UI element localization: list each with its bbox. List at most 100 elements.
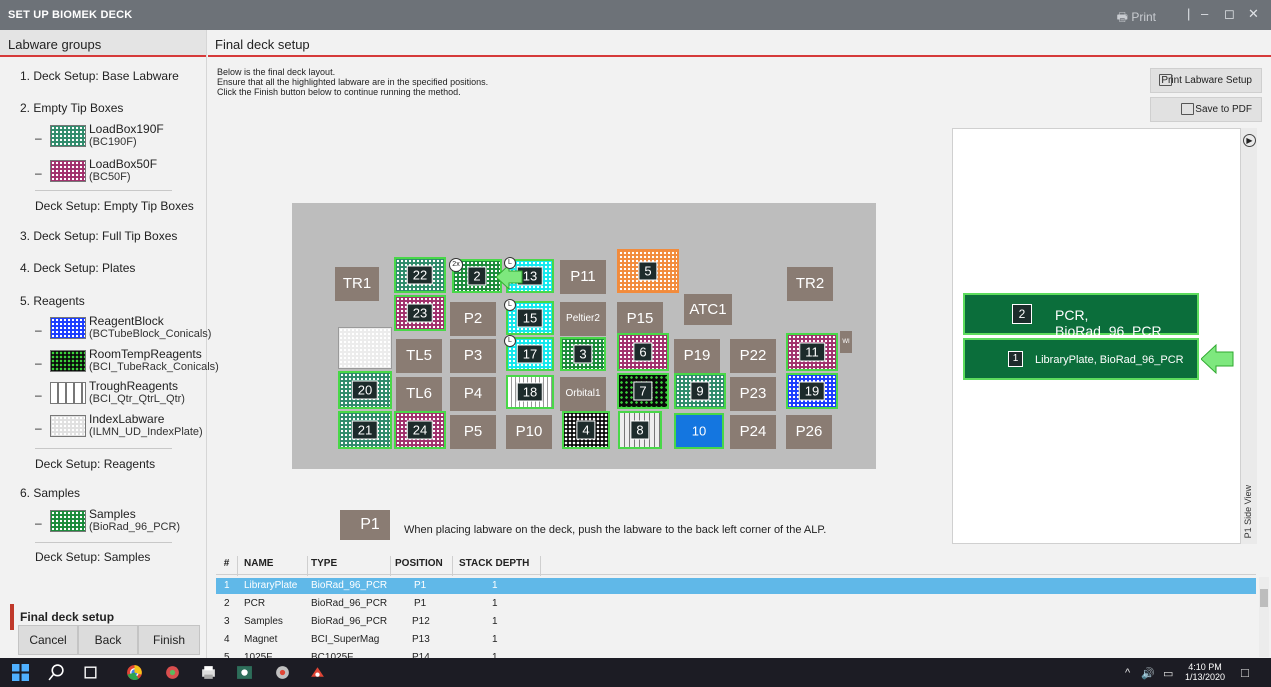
deck-labware[interactable]: 3 [560, 337, 606, 371]
deck-labware[interactable]: 6 [617, 333, 669, 371]
print-labware-setup-button[interactable]: Print Labware Setup [1150, 68, 1262, 93]
volume-icon[interactable]: 🔊 [1141, 667, 1155, 680]
deck-position[interactable]: P10 [506, 415, 552, 449]
deck-labware[interactable]: 7 [617, 373, 669, 409]
table-row[interactable]: 5 1025F BC1025F P14 1 [216, 650, 1256, 658]
step-plates[interactable]: 4. Deck Setup: Plates [20, 261, 135, 275]
deck-labware[interactable]: 5 [617, 249, 679, 293]
labware-item[interactable]: – LoadBox50F (BC50F) [35, 156, 207, 186]
step-deck-samples[interactable]: Deck Setup: Samples [35, 550, 150, 564]
deck-position[interactable]: TR2 [787, 267, 833, 301]
labware-item[interactable]: – Samples (BioRad_96_PCR) [35, 506, 207, 536]
step-empty-tip-boxes[interactable]: 2. Empty Tip Boxes [20, 101, 123, 115]
step-deck-reagents[interactable]: Deck Setup: Reagents [35, 457, 155, 471]
deck-position[interactable]: Peltier2 [560, 302, 606, 336]
table-row[interactable]: 4 Magnet BCI_SuperMag P13 1 [216, 632, 1256, 648]
deck-labware[interactable]: 21 [338, 411, 392, 449]
deck-labware[interactable]: 10 [674, 413, 724, 449]
deck-position[interactable]: P23 [730, 377, 776, 411]
column-header[interactable]: POSITION [395, 556, 453, 576]
deck-position[interactable]: TL5 [396, 339, 442, 373]
deck-labware[interactable]: 9 [674, 373, 726, 409]
minimize-icon[interactable]: – [1201, 6, 1208, 21]
step-deck-empty-tip-boxes[interactable]: Deck Setup: Empty Tip Boxes [35, 199, 194, 213]
back-button[interactable]: Back [78, 625, 138, 655]
index-plate[interactable] [338, 327, 392, 369]
deck-position[interactable]: P3 [450, 339, 496, 373]
floppy-disk-icon [1181, 103, 1194, 115]
side-view-plate[interactable]: 1 LibraryPlate, BioRad_96_PCR [963, 338, 1199, 380]
deck-position[interactable]: P5 [450, 415, 496, 449]
column-header[interactable]: NAME [244, 556, 308, 576]
snip-app-icon[interactable] [309, 664, 326, 681]
deck-position[interactable]: TR1 [335, 267, 379, 301]
position-chip: P1 [340, 510, 390, 540]
step-base-labware[interactable]: 1. Deck Setup: Base Labware [20, 69, 179, 83]
instruction-line: Click the Finish button below to continu… [217, 87, 461, 97]
labware-item[interactable]: – TroughReagents (BCI_Qtr_QtrL_Qtr) [35, 378, 207, 408]
deck-position[interactable]: P22 [730, 339, 776, 373]
deck-position[interactable]: P2 [450, 302, 496, 336]
deck-labware[interactable]: 24 [394, 411, 446, 449]
deck-labware[interactable]: 19 [786, 373, 838, 409]
settings-app-icon[interactable] [274, 664, 291, 681]
table-row[interactable]: 2 PCR BioRad_96_PCR P1 1 [216, 596, 1256, 612]
task-view-icon[interactable] [82, 664, 99, 681]
deck-labware[interactable]: 22 [394, 257, 446, 293]
deck-labware[interactable]: 20 [338, 371, 392, 409]
notification-icon[interactable]: □ [1241, 665, 1249, 680]
save-to-pdf-button[interactable]: Save to PDF [1150, 97, 1262, 122]
chevron-up-icon[interactable]: ^ [1125, 667, 1130, 679]
expand-icon[interactable]: ▶ [1243, 134, 1256, 147]
deck-position[interactable]: P4 [450, 377, 496, 411]
deck-labware[interactable]: 18 [506, 375, 554, 409]
lid-marker: L [504, 299, 516, 311]
deck-position[interactable]: P19 [674, 339, 720, 373]
media-app-icon[interactable] [236, 664, 253, 681]
cancel-button[interactable]: Cancel [18, 625, 78, 655]
labware-item[interactable]: – ReagentBlock (BCTubeBlock_Conicals) [35, 313, 211, 343]
side-view-toggle[interactable]: ▶ P1 Side View [1240, 128, 1257, 544]
scrollbar-thumb[interactable] [1260, 589, 1268, 607]
table-scrollbar[interactable] [1259, 577, 1269, 657]
deck-position[interactable]: TL6 [396, 377, 442, 411]
deck-position[interactable]: P26 [786, 415, 832, 449]
deck-labware[interactable]: 23 [394, 295, 446, 331]
table-row[interactable]: 1 LibraryPlate BioRad_96_PCR P1 1 [216, 578, 1256, 594]
labware-item[interactable]: – RoomTempReagents (BCI_TubeRack_Conical… [35, 346, 219, 376]
deck-position[interactable]: P11 [560, 260, 606, 294]
app-icon[interactable] [164, 664, 181, 681]
sidebar: Labware groups 1. Deck Setup: Base Labwa… [0, 30, 219, 658]
search-icon[interactable] [48, 664, 65, 681]
labware-item[interactable]: – IndexLabware (ILMN_UD_IndexPlate) [35, 411, 207, 441]
title-bar: SET UP BIOMEK DECK 🖶 Print | – ◻ ✕ [0, 0, 1271, 30]
trough-icon [50, 382, 86, 404]
table-row[interactable]: 3 Samples BioRad_96_PCR P12 1 [216, 614, 1256, 630]
windows-start-icon[interactable] [12, 664, 29, 681]
step-reagents[interactable]: 5. Reagents [20, 294, 85, 308]
column-header[interactable]: # [216, 556, 238, 576]
deck-position[interactable]: Orbital1 [560, 377, 606, 411]
print-menu[interactable]: 🖶 Print [1117, 8, 1156, 29]
restore-icon[interactable]: ◻ [1224, 6, 1235, 22]
chrome-icon[interactable] [126, 664, 143, 681]
lid-marker: L [504, 257, 516, 269]
step-final-deck-setup[interactable]: Final deck setup [20, 610, 114, 624]
column-header[interactable]: STACK DEPTH [459, 556, 541, 576]
network-icon[interactable]: ▭ [1163, 667, 1173, 680]
finish-button[interactable]: Finish [138, 625, 200, 655]
printer-app-icon[interactable] [200, 664, 217, 681]
side-view-plate[interactable]: 2 PCR, BioRad_96_PCR [963, 293, 1199, 339]
step-full-tip-boxes[interactable]: 3. Deck Setup: Full Tip Boxes [20, 229, 177, 243]
labware-item[interactable]: – LoadBox190F (BC190F) [35, 121, 207, 151]
deck-labware[interactable]: 11 [786, 333, 838, 371]
deck-position[interactable]: P15 [617, 302, 663, 336]
close-icon[interactable]: ✕ [1248, 6, 1259, 22]
clock[interactable]: 4:10 PM 1/13/2020 [1185, 662, 1225, 682]
column-header[interactable]: TYPE [311, 556, 391, 576]
deck-labware[interactable]: 8 [618, 411, 662, 449]
deck-labware[interactable]: 4 [562, 411, 610, 449]
deck-position[interactable]: P24 [730, 415, 776, 449]
step-samples[interactable]: 6. Samples [20, 486, 80, 500]
deck-position[interactable]: ATC1 [684, 294, 732, 325]
